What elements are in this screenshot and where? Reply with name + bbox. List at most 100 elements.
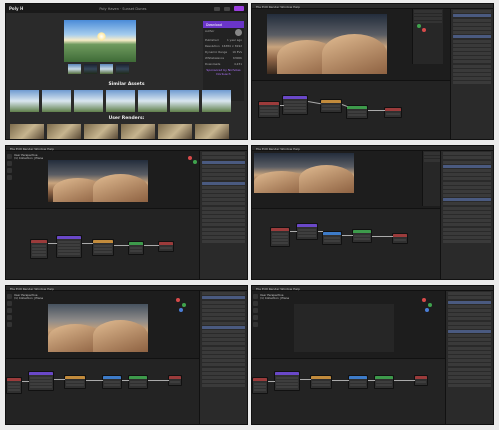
render-card[interactable] [10,124,44,139]
scale-tool-icon[interactable] [253,315,258,320]
preview-thumb[interactable] [68,64,81,74]
background-node[interactable] [348,375,368,389]
navigation-gizmo[interactable] [179,308,183,312]
asset-card[interactable] [138,90,167,112]
texture-coordinate-node[interactable] [270,227,290,247]
mapping-node[interactable] [56,235,82,258]
world-output-node[interactable] [384,107,402,118]
sponsor-link[interactable]: Sponsored by Nicholas Dorbusch [203,67,244,77]
node-editor[interactable] [252,208,440,279]
environment-texture-node[interactable] [322,231,342,245]
node-link [280,105,284,106]
render-viewport[interactable] [254,153,354,193]
world-output-node[interactable] [414,375,428,386]
navigation-gizmo[interactable] [422,298,426,302]
node-editor[interactable] [252,358,445,424]
node-link [307,101,321,104]
move-tool-icon[interactable] [253,301,258,306]
rotate-tool-icon[interactable] [253,308,258,313]
texture-coordinate-node[interactable] [6,377,22,394]
move-tool-icon[interactable] [7,301,12,306]
mapping-node[interactable] [296,223,318,240]
mix-node[interactable] [128,375,148,389]
menu-label[interactable]: File Edit Render Window Help [10,147,54,151]
menu-label[interactable]: File Edit Render Window Help [256,287,300,291]
background-node[interactable] [352,229,372,243]
navigation-gizmo[interactable] [193,160,197,164]
navigation-gizmo[interactable] [425,308,429,312]
transform-tool-icon[interactable] [253,322,258,327]
world-output-node[interactable] [168,375,182,386]
scale-tool-icon[interactable] [7,315,12,320]
render-card[interactable] [84,124,118,139]
render-card[interactable] [47,124,81,139]
node-editor[interactable] [6,208,199,279]
properties-panel [439,151,493,279]
outliner-row[interactable] [414,13,443,16]
texture-coordinate-node[interactable] [258,101,280,118]
search-icon[interactable] [214,6,220,11]
avatar[interactable] [235,29,242,36]
node-editor[interactable] [6,358,199,424]
site-logo[interactable]: Poly H [9,6,23,11]
render-card[interactable] [121,124,155,139]
outliner-row[interactable] [414,17,443,20]
navigation-gizmo[interactable] [188,156,192,160]
select-tool-icon[interactable] [7,294,12,299]
environment-texture-node[interactable] [64,375,86,389]
texture-coordinate-node[interactable] [30,239,48,259]
render-viewport[interactable] [48,160,148,202]
rotate-tool-icon[interactable] [7,308,12,313]
world-output-node[interactable] [158,241,174,252]
environment-texture-node[interactable] [92,239,114,256]
select-tool-icon[interactable] [7,154,12,159]
download-header[interactable]: Download [203,21,244,28]
environment-texture-node[interactable] [310,375,332,389]
download-button[interactable] [234,6,244,11]
navigation-gizmo[interactable] [428,303,432,307]
select-tool-icon[interactable] [253,294,258,299]
background-node[interactable] [128,241,144,255]
asset-card[interactable] [202,90,231,112]
menu-label[interactable]: File Edit Render Window Help [10,287,54,291]
menu-label[interactable]: File Edit Render Window Help [256,5,300,9]
move-tool-icon[interactable] [7,161,12,166]
render-viewport[interactable] [48,304,148,352]
asset-card[interactable] [42,90,71,112]
navigation-gizmo[interactable] [176,298,180,302]
preview-thumb[interactable] [84,64,97,74]
background-node[interactable] [102,375,122,389]
navigation-gizmo[interactable] [422,28,426,32]
asset-card[interactable] [10,90,39,112]
preview-thumb[interactable] [100,64,113,74]
transform-tool-icon[interactable] [7,322,12,327]
preview-thumb[interactable] [116,64,129,74]
world-output-node[interactable] [392,233,408,244]
outliner-row[interactable] [414,10,443,13]
render-card[interactable] [195,124,229,139]
rotate-tool-icon[interactable] [7,168,12,173]
render-viewport[interactable] [267,14,387,74]
navigation-gizmo[interactable] [417,24,421,28]
render-card[interactable] [158,124,192,139]
node-editor[interactable] [252,80,450,139]
asset-card[interactable] [170,90,199,112]
mix-node[interactable] [374,375,394,389]
dune-shape [299,165,354,193]
mapping-node[interactable] [282,95,308,115]
menu-label[interactable]: File Edit Render Window Help [256,147,300,151]
environment-texture-node[interactable] [320,99,342,113]
navigation-gizmo[interactable] [182,303,186,307]
menu-icon[interactable] [224,6,230,11]
asset-card[interactable] [74,90,103,112]
asset-card[interactable] [106,90,135,112]
background-node[interactable] [346,105,368,119]
outliner-row[interactable] [414,20,443,23]
hdri-preview[interactable] [64,20,136,62]
texture-coordinate-node[interactable] [252,377,268,394]
mapping-node[interactable] [28,371,54,391]
properties-panel [444,291,493,424]
scale-tool-icon[interactable] [7,175,12,180]
mapping-node[interactable] [274,371,300,391]
empty-viewport[interactable] [294,304,394,352]
